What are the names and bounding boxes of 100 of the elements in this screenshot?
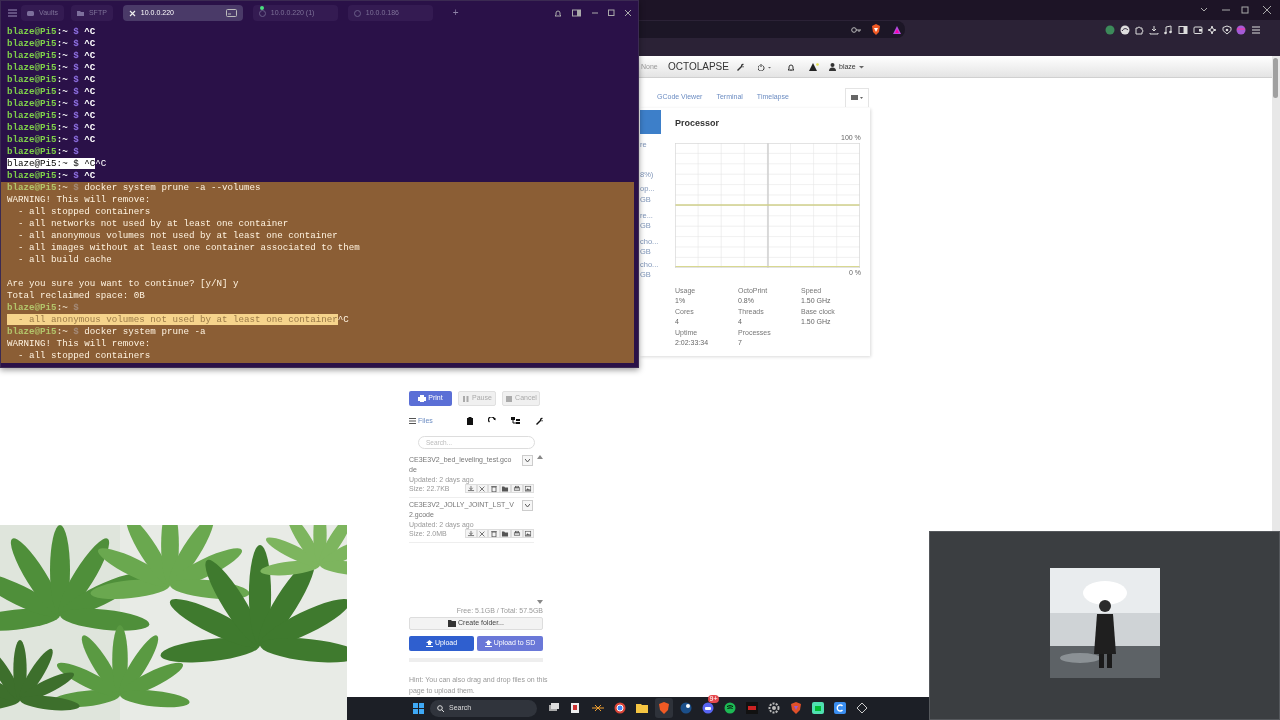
restore-icon[interactable] bbox=[1240, 5, 1250, 15]
tree-icon[interactable] bbox=[511, 417, 520, 426]
close-icon[interactable] bbox=[624, 9, 633, 17]
power-icon[interactable] bbox=[758, 63, 772, 71]
file-action-button[interactable] bbox=[522, 529, 534, 538]
printer-icon bbox=[418, 394, 427, 403]
terminal-line: WARNING! This will remove: bbox=[7, 338, 152, 350]
sidebar-icon[interactable] bbox=[572, 9, 581, 17]
menu-dropdown-button[interactable] bbox=[845, 88, 869, 107]
triangle-icon[interactable] bbox=[892, 25, 902, 35]
terminal-line: blaze@Pi5:~ $ ^C bbox=[7, 98, 97, 110]
file-action-button[interactable] bbox=[488, 529, 500, 538]
file-action-button[interactable] bbox=[476, 529, 488, 538]
terminal-line: blaze@Pi5:~ $ ^C bbox=[7, 26, 97, 38]
terminal-line: - all build cache bbox=[17, 254, 113, 266]
folder-icon bbox=[76, 9, 84, 17]
terminal-line: blaze@Pi5:~ $ ^C bbox=[7, 38, 97, 50]
image-icon bbox=[525, 485, 532, 492]
file-action-button[interactable] bbox=[499, 484, 511, 493]
globe-icon[interactable] bbox=[1105, 25, 1115, 35]
file-action-button[interactable] bbox=[488, 484, 500, 493]
music-icon[interactable] bbox=[1163, 25, 1174, 35]
trash-icon bbox=[490, 485, 497, 492]
terminal-line: blaze@Pi5:~ $ bbox=[7, 146, 80, 158]
clipboard-icon bbox=[570, 702, 582, 714]
address-bar[interactable] bbox=[639, 21, 905, 38]
download-icon bbox=[467, 530, 474, 537]
caret-icon bbox=[525, 459, 530, 462]
terminal-line: blaze@Pi5:~ $ ^C bbox=[7, 50, 97, 62]
download-icon[interactable] bbox=[1148, 25, 1159, 35]
file-action-button[interactable] bbox=[476, 484, 488, 493]
folder-icon bbox=[502, 530, 509, 537]
terminal-line: blaze@Pi5:~ $ ^C bbox=[7, 62, 97, 74]
user-icon bbox=[829, 63, 836, 71]
new-tab-button[interactable]: + bbox=[452, 7, 459, 19]
minimize-icon[interactable] bbox=[591, 9, 600, 17]
terminal-line: blaze@Pi5:~ $ ^C bbox=[7, 74, 97, 86]
wrench-icon[interactable] bbox=[535, 417, 543, 426]
terminal-app-icon bbox=[812, 702, 824, 714]
scrollbar-thumb[interactable] bbox=[1273, 58, 1278, 98]
gear-icon bbox=[768, 702, 780, 714]
chat-icon bbox=[702, 702, 714, 714]
image-icon bbox=[525, 530, 532, 537]
bell-icon[interactable] bbox=[554, 9, 563, 17]
terminal-line: - all networks not used by at least one container bbox=[17, 218, 290, 230]
menu-icon bbox=[851, 95, 863, 101]
wrench-icon[interactable] bbox=[736, 63, 744, 71]
terminal-line: - all stopped containers bbox=[17, 206, 152, 218]
lion-shield-icon[interactable] bbox=[871, 24, 881, 35]
terminal-line: - all stopped containers bbox=[17, 350, 152, 362]
arrows-icon bbox=[592, 702, 604, 714]
c-square-icon bbox=[834, 702, 846, 714]
terminal-line: blaze@Pi5:~ $ ^C bbox=[7, 170, 97, 182]
terminal-line: Total reclaimed space: 0B bbox=[7, 290, 146, 302]
terminal-line: blaze@Pi5:~ $ ^C bbox=[7, 86, 97, 98]
folder-icon bbox=[502, 485, 509, 492]
terminal-line: blaze@Pi5:~ $ docker system prune -a bbox=[7, 326, 207, 338]
square-app-icon bbox=[746, 702, 758, 714]
bell-icon[interactable] bbox=[787, 63, 795, 71]
file-action-button[interactable] bbox=[499, 529, 511, 538]
orb-icon[interactable] bbox=[1236, 25, 1247, 35]
file-action-button[interactable] bbox=[511, 484, 523, 493]
caret-icon bbox=[525, 504, 530, 507]
key-icon[interactable] bbox=[851, 26, 861, 34]
clipboard-icon[interactable] bbox=[467, 417, 473, 426]
terminal-line: WARNING! This will remove: bbox=[7, 194, 152, 206]
scissors-icon bbox=[479, 530, 486, 537]
close-icon[interactable] bbox=[1262, 5, 1272, 15]
maximize-icon[interactable] bbox=[607, 9, 616, 17]
file-action-button[interactable] bbox=[522, 484, 534, 493]
windows-icon[interactable] bbox=[413, 703, 424, 714]
file-action-button[interactable] bbox=[511, 529, 523, 538]
file-action-button[interactable] bbox=[465, 529, 477, 538]
trash-icon bbox=[490, 530, 497, 537]
folder-icon bbox=[448, 620, 457, 627]
diamond-icon bbox=[856, 702, 868, 714]
scroll-down-icon[interactable] bbox=[537, 600, 543, 604]
dropdown-button[interactable] bbox=[522, 455, 533, 466]
terminal-line: - all images without at least one container associated to them bbox=[17, 242, 360, 254]
scroll-up-icon[interactable] bbox=[537, 455, 543, 459]
dropdown-button[interactable] bbox=[522, 500, 533, 511]
music-circle-icon bbox=[724, 702, 736, 714]
pause-icon bbox=[462, 394, 471, 403]
terminal-line: blaze@Pi5:~ $ docker system prune -a --volumes bbox=[7, 182, 262, 194]
folder-icon bbox=[636, 702, 648, 714]
terminal-line: - all anonymous volumes not used by at least one container bbox=[17, 230, 339, 242]
nav-brand[interactable]: OCTOLAPSE bbox=[668, 61, 729, 73]
terminal-line: blaze@Pi5:~ $ ^C bbox=[7, 122, 97, 134]
wallet-icon[interactable] bbox=[1192, 25, 1203, 35]
windows-stack-icon bbox=[548, 702, 560, 714]
terminal-line: blaze@Pi5:~ $ ^C^C bbox=[7, 158, 107, 170]
file-action-button[interactable] bbox=[465, 484, 477, 493]
warning-icon[interactable] bbox=[809, 63, 819, 71]
download-icon bbox=[467, 485, 474, 492]
swirl-icon[interactable] bbox=[1119, 25, 1130, 35]
upload-icon bbox=[425, 640, 433, 647]
shield-icon[interactable] bbox=[1221, 25, 1232, 35]
printer-icon bbox=[513, 530, 520, 537]
puzzle-icon[interactable] bbox=[1134, 25, 1145, 35]
sparkle-icon[interactable] bbox=[1207, 25, 1218, 35]
